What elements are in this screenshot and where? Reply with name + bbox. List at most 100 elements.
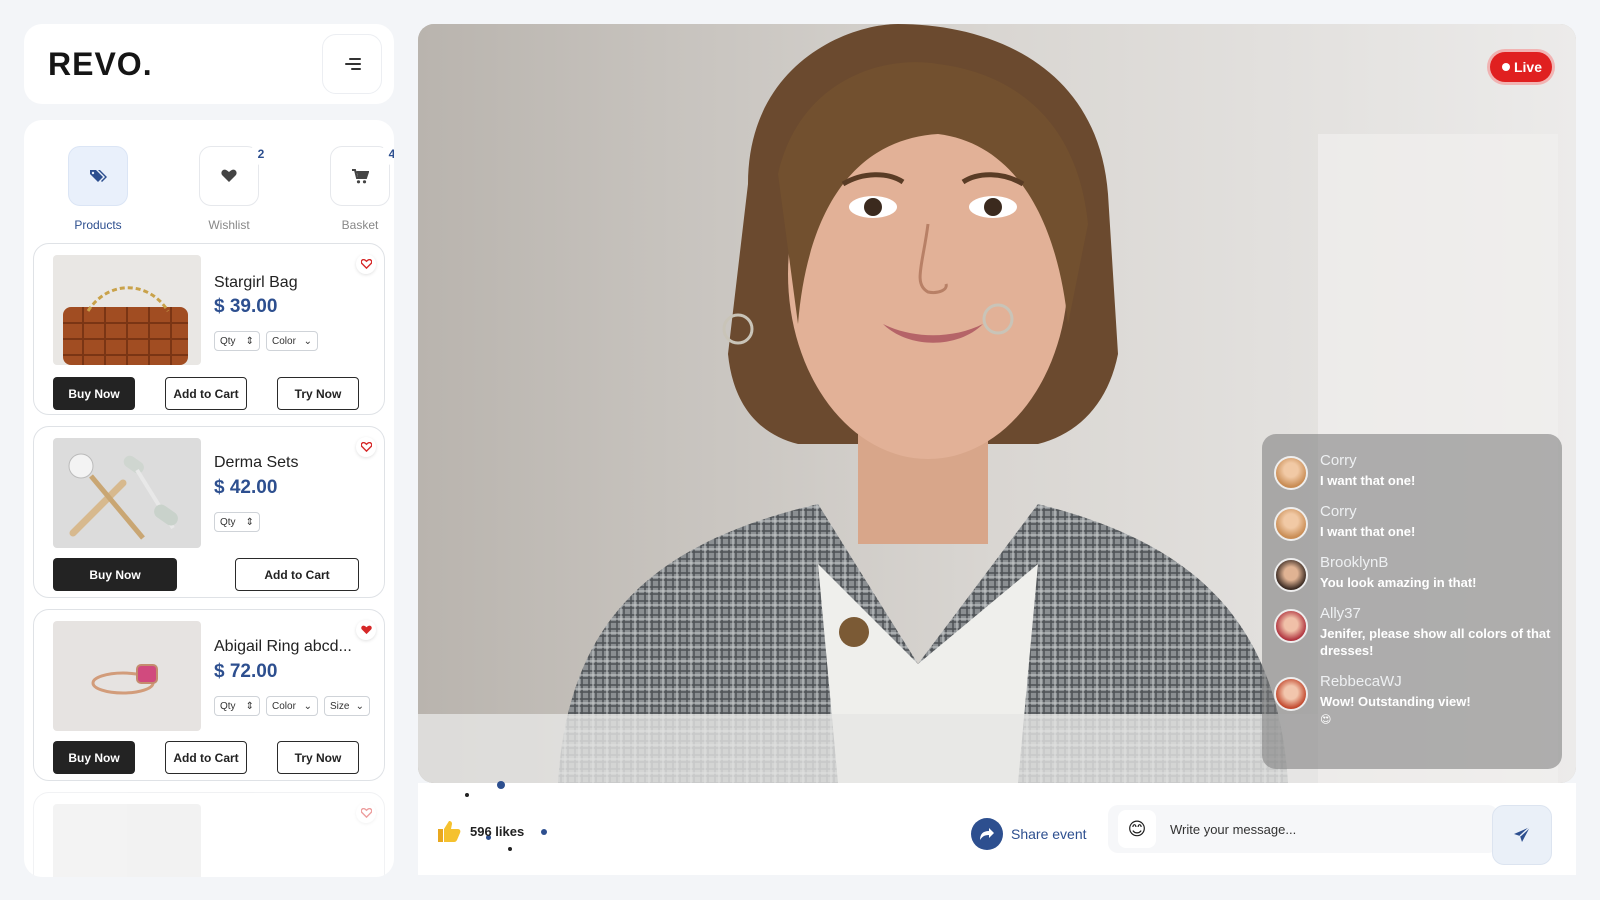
- share-event-label: Share event: [1011, 826, 1087, 842]
- qty-stepper[interactable]: Qty ⇕: [214, 331, 260, 351]
- product-image-bag[interactable]: [53, 255, 201, 365]
- shop-nav: Products 2 Wishlist 4 Basket: [24, 143, 394, 236]
- heart-outline-icon: [360, 259, 372, 269]
- nav-wishlist-tile[interactable]: 2: [199, 143, 272, 206]
- chat-overlay[interactable]: Corry I want that one! Corry I want that…: [1262, 434, 1562, 769]
- like-burst-dot: [541, 829, 547, 835]
- chat-username: Corry: [1320, 452, 1357, 469]
- product-options: Qty ⇕: [214, 512, 260, 532]
- nav-products-label: Products: [74, 218, 122, 232]
- product-image[interactable]: [53, 804, 201, 877]
- favorite-toggle[interactable]: [356, 620, 376, 640]
- logo-dot: .: [142, 46, 153, 82]
- menu-icon-line: [349, 58, 361, 60]
- product-image-derma[interactable]: [53, 438, 201, 548]
- avatar: [1274, 558, 1308, 592]
- like-burst-dot: [497, 781, 505, 789]
- chevron-down-icon: ⌄: [303, 700, 312, 712]
- avatar: [1274, 677, 1308, 711]
- like-counter[interactable]: 596 likes: [436, 819, 524, 843]
- send-icon: [1514, 826, 1531, 842]
- color-label: Color: [272, 335, 296, 347]
- bag-image: [53, 255, 201, 365]
- heart-filled-icon: [360, 625, 372, 635]
- live-label: Live: [1513, 59, 1542, 75]
- live-video[interactable]: Live Corry I want that one! Corry I want…: [418, 24, 1576, 783]
- buy-now-button[interactable]: Buy Now: [53, 741, 135, 774]
- stream-action-bar: 596 likes Share event 😊: [418, 781, 1576, 875]
- product-name: Abigail Ring abcd...: [214, 638, 352, 655]
- heart-icon: [221, 169, 237, 182]
- product-price: $ 72.00: [214, 661, 278, 682]
- chat-text: You look amazing in that!: [1320, 575, 1477, 590]
- favorite-toggle[interactable]: [356, 803, 376, 823]
- qty-label: Qty: [220, 700, 236, 712]
- avatar: [1274, 456, 1308, 490]
- chat-text: I want that one!: [1320, 524, 1416, 539]
- product-options: Qty ⇕ Color ⌄: [214, 331, 318, 351]
- nav-products-tile[interactable]: [68, 146, 128, 206]
- add-to-cart-button[interactable]: Add to Cart: [165, 741, 247, 774]
- share-event-button[interactable]: Share event: [971, 818, 1087, 850]
- buy-now-button[interactable]: Buy Now: [53, 558, 177, 591]
- logo[interactable]: REVO.: [48, 46, 153, 83]
- qty-stepper[interactable]: Qty ⇕: [214, 512, 260, 532]
- nav-products[interactable]: Products: [63, 146, 133, 232]
- product-card: [33, 792, 385, 877]
- share-icon: [971, 818, 1003, 850]
- product-image-ring[interactable]: [53, 621, 201, 731]
- qty-label: Qty: [220, 516, 236, 528]
- buy-now-button[interactable]: Buy Now: [53, 377, 135, 410]
- send-message-button[interactable]: [1492, 805, 1552, 865]
- try-now-button[interactable]: Try Now: [277, 741, 359, 774]
- chat-username: RebbecaWJ: [1320, 673, 1402, 690]
- message-input[interactable]: [1170, 821, 1470, 837]
- logo-card: REVO.: [24, 24, 394, 104]
- chat-username: Corry: [1320, 503, 1357, 520]
- color-select[interactable]: Color ⌄: [266, 696, 318, 716]
- try-now-button[interactable]: Try Now: [277, 377, 359, 410]
- chat-message: RebbecaWJ Wow! Outstanding view! 😍: [1274, 673, 1552, 729]
- cart-icon: [351, 168, 369, 183]
- ring-image: [53, 621, 201, 731]
- qty-stepper[interactable]: Qty ⇕: [214, 696, 260, 716]
- stepper-icon: ⇕: [245, 700, 254, 712]
- nav-basket[interactable]: 4 Basket: [325, 143, 394, 232]
- nav-wishlist-label: Wishlist: [208, 218, 250, 232]
- nav-basket-tile[interactable]: 4: [330, 143, 394, 206]
- product-card: Derma Sets $ 42.00 Qty ⇕ Buy Now Add to C…: [33, 426, 385, 598]
- add-to-cart-button[interactable]: Add to Cart: [165, 377, 247, 410]
- nav-wishlist[interactable]: 2 Wishlist: [194, 143, 272, 232]
- qty-label: Qty: [220, 335, 236, 347]
- shop-panel: Products 2 Wishlist 4 Basket Stargirl Ba…: [24, 120, 394, 877]
- logo-text: REVO: [48, 46, 143, 82]
- product-name: Derma Sets: [214, 454, 299, 471]
- menu-icon-line: [345, 63, 361, 65]
- chevron-down-icon: ⌄: [355, 700, 364, 712]
- chat-message: Ally37 Jenifer, please show all colors o…: [1274, 605, 1552, 659]
- chat-message: Corry I want that one!: [1274, 452, 1552, 490]
- basket-count-badge: 4: [381, 143, 394, 165]
- product-card: Abigail Ring abcd... $ 72.00 Qty ⇕ Color ⌄…: [33, 609, 385, 781]
- favorite-toggle[interactable]: [356, 437, 376, 457]
- thumbs-up-icon: [438, 821, 461, 842]
- record-dot-icon: [1501, 63, 1510, 71]
- heart-outline-icon: [360, 442, 372, 452]
- emoji-picker-button[interactable]: 😊: [1118, 810, 1156, 848]
- heart-outline-icon: [360, 808, 372, 818]
- product-name: Stargirl Bag: [214, 274, 298, 291]
- nav-basket-label: Basket: [341, 218, 379, 232]
- chat-text: Jenifer, please show all colors of that …: [1320, 626, 1551, 658]
- add-to-cart-button[interactable]: Add to Cart: [235, 558, 359, 591]
- favorite-toggle[interactable]: [356, 254, 376, 274]
- menu-icon-line: [351, 68, 361, 70]
- product-options: Qty ⇕ Color ⌄ Size ⌄: [214, 696, 370, 716]
- size-select[interactable]: Size ⌄: [324, 696, 370, 716]
- avatar: [1274, 609, 1308, 643]
- menu-button[interactable]: [322, 34, 382, 94]
- color-select[interactable]: Color ⌄: [266, 331, 318, 351]
- chat-message: Corry I want that one!: [1274, 503, 1552, 541]
- message-composer: 😊: [1108, 805, 1498, 853]
- product-price: $ 42.00: [214, 477, 278, 498]
- live-badge: Live: [1489, 52, 1552, 82]
